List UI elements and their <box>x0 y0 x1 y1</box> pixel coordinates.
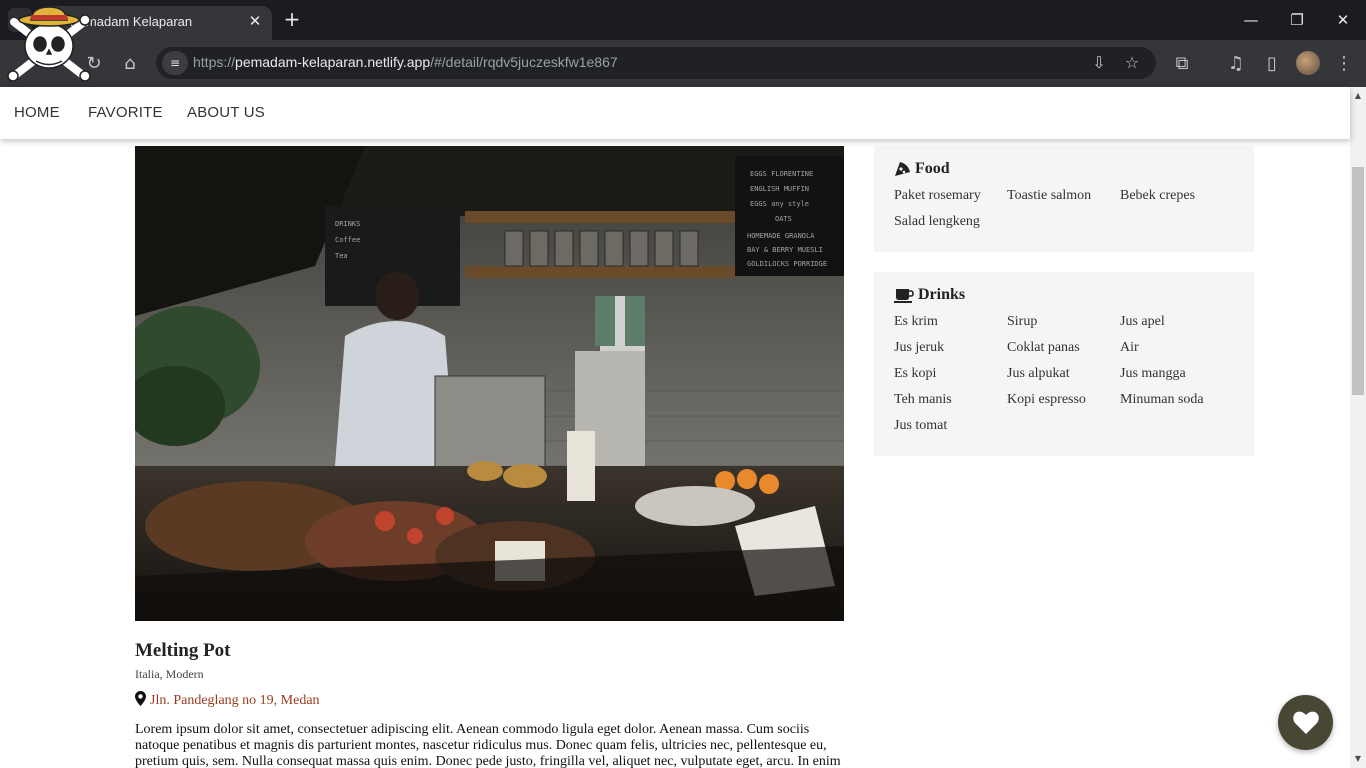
restaurant-address: Jln. Pandeglang no 19, Medan <box>135 691 320 709</box>
address-bar[interactable]: ≡ https://pemadam-kelaparan.netlify.app/… <box>156 47 1156 79</box>
svg-text:GOLDILOCKS PORRIDGE: GOLDILOCKS PORRIDGE <box>747 260 827 268</box>
scroll-up-icon[interactable]: ▲ <box>1350 89 1366 103</box>
restaurant-name: Melting Pot <box>135 640 231 661</box>
url-scheme: https:// <box>193 54 236 70</box>
address-text: Jln. Pandeglang no 19, Medan <box>150 693 320 708</box>
svg-text:EGGS FLORENTINE: EGGS FLORENTINE <box>750 170 813 178</box>
url-path: /#/detail/rqdv5juczeskfw1e867 <box>430 54 618 70</box>
drinks-menu-title: Drinks <box>918 286 966 303</box>
scrollbar-thumb[interactable] <box>1352 167 1364 395</box>
svg-text:Tea: Tea <box>335 252 348 260</box>
svg-text:HOMEMADE GRANOLA: HOMEMADE GRANOLA <box>747 232 815 240</box>
restaurant-categories: Italia, Modern <box>135 667 204 681</box>
food-menu-item: Paket rosemary <box>894 188 981 203</box>
drinks-menu-item: Jus jeruk <box>894 340 945 355</box>
drinks-menu-item: Jus alpukat <box>1007 366 1070 381</box>
food-menu-item: Toastie salmon <box>1007 188 1092 203</box>
drinks-menu-list: Es krim Sirup Jus apel Jus jeruk Coklat pana… <box>894 314 1234 434</box>
media-controls-icon[interactable]: ♫ <box>1222 50 1250 78</box>
svg-text:EGGS any style: EGGS any style <box>750 200 809 208</box>
drinks-menu-item: Sirup <box>1007 314 1038 329</box>
close-window-icon[interactable]: ✕ <box>1320 6 1366 34</box>
restore-icon[interactable]: ❐ <box>1274 6 1320 34</box>
drinks-menu-item: Jus mangga <box>1120 366 1186 381</box>
drinks-menu-item: Jus apel <box>1120 314 1165 329</box>
coffee-cup-icon <box>894 288 914 303</box>
jolly-roger-icon <box>7 6 91 82</box>
new-tab-icon[interactable]: + <box>281 8 303 30</box>
svg-text:OATS: OATS <box>775 215 792 223</box>
side-panel-icon[interactable]: ▯ <box>1258 50 1286 78</box>
site-settings-icon[interactable]: ≡ <box>162 51 188 75</box>
extensions-icon[interactable]: ⧉ <box>1168 50 1196 78</box>
bookmark-star-icon[interactable]: ☆ <box>1121 52 1143 74</box>
food-menu-title: Food <box>915 160 950 177</box>
restaurant-description: Lorem ipsum dolor sit amet, consectetuer… <box>135 722 841 768</box>
restaurant-image: EGGS FLORENTINE ENGLISH MUFFIN EGGS any s… <box>135 146 844 621</box>
drinks-menu-item: Air <box>1120 340 1139 355</box>
drinks-menu-item: Teh manis <box>894 392 952 407</box>
drinks-menu-item: Minuman soda <box>1120 392 1204 407</box>
nav-home[interactable]: HOME <box>14 104 60 121</box>
drinks-menu-item: Jus tomat <box>894 418 948 433</box>
favorite-button[interactable] <box>1278 695 1333 750</box>
svg-text:ENGLISH MUFFIN: ENGLISH MUFFIN <box>750 185 809 193</box>
svg-text:BAY & BERRY MUESLI: BAY & BERRY MUESLI <box>747 246 823 254</box>
nav-about[interactable]: ABOUT US <box>187 104 265 121</box>
url-text[interactable]: https://pemadam-kelaparan.netlify.app/#/… <box>193 54 618 70</box>
svg-text:Coffee: Coffee <box>335 236 360 244</box>
nav-favorite[interactable]: FAVORITE <box>88 104 163 121</box>
profile-avatar[interactable] <box>1296 51 1320 75</box>
drinks-menu-item: Kopi espresso <box>1007 392 1086 407</box>
drinks-menu-item: Es krim <box>894 314 938 329</box>
food-menu-item: Bebek crepes <box>1120 188 1196 203</box>
browser-chrome: ⌄ Pemadam Kelaparan ✕ + — ❐ ✕ ↻ ⌂ ≡ http… <box>0 0 1366 87</box>
main-navbar: HOME FAVORITE ABOUT US <box>0 87 1350 139</box>
more-menu-icon[interactable]: ⋮ <box>1330 50 1358 78</box>
food-menu-item: Salad lengkeng <box>894 214 980 229</box>
install-app-icon[interactable]: ⇩ <box>1088 52 1110 74</box>
home-icon[interactable]: ⌂ <box>116 50 144 78</box>
food-menu-card: Food Paket rosemary Toastie salmon Bebek c… <box>874 146 1254 252</box>
food-menu-list: Paket rosemary Toastie salmon Bebek crepes… <box>894 188 1234 230</box>
drinks-menu-item: Coklat panas <box>1007 340 1080 355</box>
minimize-icon[interactable]: — <box>1228 6 1274 34</box>
url-host: pemadam-kelaparan.netlify.app <box>235 54 431 70</box>
browser-toolbar: ↻ ⌂ ≡ https://pemadam-kelaparan.netlify.… <box>0 40 1366 87</box>
svg-text:DRINKS: DRINKS <box>335 220 360 228</box>
drinks-menu-card: Drinks Es krim Sirup Jus apel Jus jeruk Cokl… <box>874 272 1254 456</box>
pizza-slice-icon <box>895 162 910 176</box>
heart-icon <box>1292 711 1319 734</box>
map-marker-icon <box>135 691 146 706</box>
drinks-menu-item: Es kopi <box>894 366 937 381</box>
close-tab-icon[interactable]: ✕ <box>246 12 264 30</box>
scroll-down-icon[interactable]: ▼ <box>1350 752 1366 766</box>
tab-strip: ⌄ Pemadam Kelaparan ✕ + — ❐ ✕ <box>0 0 1366 40</box>
